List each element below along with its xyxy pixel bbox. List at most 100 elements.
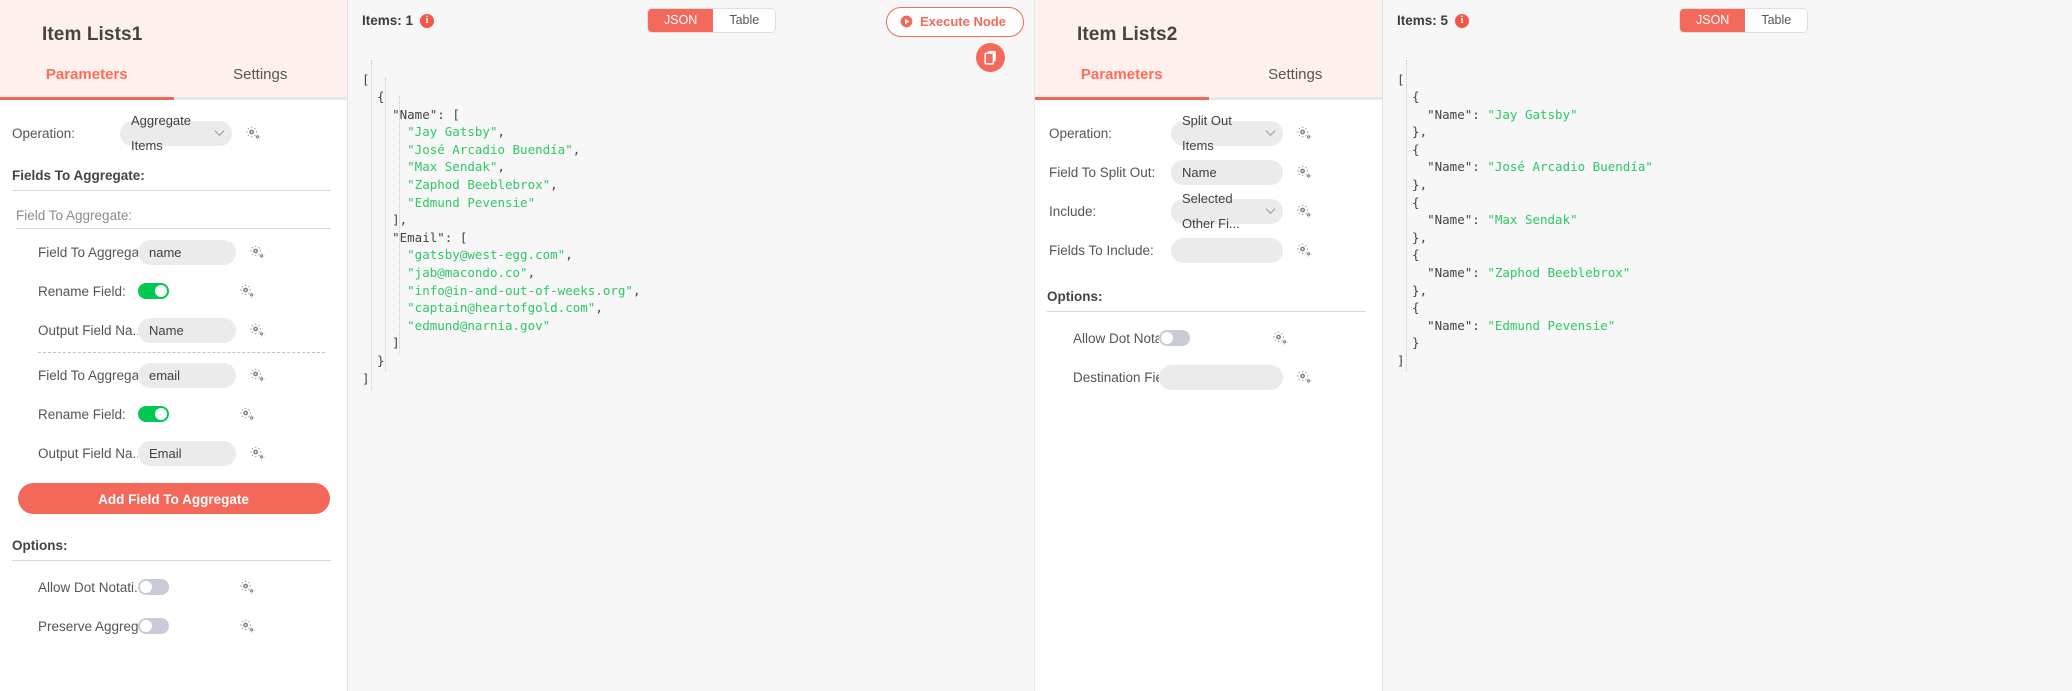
options-title-2: Options:: [1035, 289, 1382, 311]
items-count-1: Items: 1 i: [362, 13, 434, 28]
allow-dot-notation-toggle[interactable]: [138, 579, 169, 595]
json-output-2[interactable]: [ { "Name": "Jay Gatsby" }, { "Name": "J…: [1397, 71, 1653, 370]
field-to-split-out-input[interactable]: Name: [1171, 160, 1283, 185]
output-field-name-input[interactable]: Email: [138, 441, 236, 466]
tabs-underline-2: [1035, 97, 1382, 100]
field-to-aggregate-value: email: [149, 363, 180, 388]
output-toolbar-1: Items: 1 i JSON Table Execute Node: [348, 0, 1034, 46]
gear-icon[interactable]: [240, 284, 255, 299]
operation-select-2[interactable]: Split Out Items: [1171, 121, 1283, 146]
tab-settings-2[interactable]: Settings: [1209, 66, 1383, 100]
operation-select-1[interactable]: Aggregate Items: [120, 121, 232, 146]
items-count-label-1: Items: 1: [362, 13, 413, 28]
items-count-2: Items: 5 i: [1397, 13, 1469, 28]
rename-field-toggle[interactable]: [138, 406, 169, 422]
field-to-split-out-value: Name: [1182, 160, 1217, 185]
node-tabs-1: Parameters Settings: [0, 66, 347, 100]
fields-to-include-input[interactable]: [1171, 238, 1283, 263]
gear-icon[interactable]: [1273, 331, 1288, 346]
app-root: Item Lists1 Parameters Settings Operatio…: [0, 0, 2072, 691]
chevron-down-icon: [1266, 126, 1276, 136]
section-divider: [12, 190, 331, 191]
node-parameters-panel-1: Item Lists1 Parameters Settings Operatio…: [0, 0, 348, 691]
view-table-button-2[interactable]: Table: [1745, 9, 1807, 32]
view-toggle-2: JSON Table: [1679, 8, 1808, 33]
aggregate-field-item: Field To Aggregate: email Rename Field:: [0, 362, 347, 466]
gear-icon[interactable]: [240, 580, 255, 595]
view-json-button-2[interactable]: JSON: [1680, 9, 1745, 32]
output-field-name-label: Output Field Na...: [38, 323, 138, 338]
field-to-split-out-label: Field To Split Out:: [1049, 165, 1171, 180]
gear-icon[interactable]: [1297, 204, 1312, 219]
preserve-aggregated-label: Preserve Aggrega...: [38, 619, 138, 634]
info-icon[interactable]: i: [1455, 14, 1469, 28]
copy-output-button-1[interactable]: [976, 43, 1005, 72]
rename-field-toggle[interactable]: [138, 283, 169, 299]
output-field-name-input[interactable]: Name: [138, 318, 236, 343]
tabs-underline-1: [0, 97, 347, 100]
gear-icon[interactable]: [246, 126, 261, 141]
include-select[interactable]: Selected Other Fi...: [1171, 199, 1283, 224]
rename-field-row: Rename Field:: [0, 401, 347, 427]
operation-row-2: Operation: Split Out Items: [1035, 120, 1382, 146]
gear-icon[interactable]: [240, 407, 255, 422]
rename-field-label: Rename Field:: [38, 407, 138, 422]
view-table-button-1[interactable]: Table: [713, 9, 775, 32]
options-divider: [1047, 311, 1366, 312]
field-to-aggregate-input[interactable]: email: [138, 363, 236, 388]
gear-icon[interactable]: [240, 619, 255, 634]
tab-parameters-2[interactable]: Parameters: [1035, 66, 1209, 100]
gear-icon[interactable]: [1297, 165, 1312, 180]
gear-icon[interactable]: [250, 446, 265, 461]
node-title-1: Item Lists1: [0, 18, 347, 66]
gear-icon[interactable]: [1297, 126, 1312, 141]
json-output-1[interactable]: [ { "Name": [ "Jay Gatsby", "José Arcadi…: [362, 71, 640, 388]
gear-icon[interactable]: [250, 245, 265, 260]
fields-to-include-label: Fields To Include:: [1049, 243, 1171, 258]
operation-value-1: Aggregate Items: [131, 108, 208, 158]
tab-settings-1[interactable]: Settings: [174, 66, 348, 100]
gear-icon[interactable]: [250, 323, 265, 338]
output-field-name-row: Output Field Na... Email: [0, 440, 347, 466]
include-value: Selected Other Fi...: [1182, 186, 1259, 236]
gear-icon[interactable]: [250, 368, 265, 383]
output-field-name-value: Email: [149, 441, 182, 466]
field-to-aggregate-row: Field To Aggregate: email: [0, 362, 347, 388]
options-title-1: Options:: [0, 538, 347, 560]
node-tabs-2: Parameters Settings: [1035, 66, 1382, 100]
operation-label-2: Operation:: [1049, 126, 1171, 141]
items-count-label-2: Items: 5: [1397, 13, 1448, 28]
allow-dot-notation-toggle-2[interactable]: [1159, 330, 1190, 346]
preserve-aggregated-toggle[interactable]: [138, 618, 169, 634]
chevron-down-icon: [1266, 204, 1276, 214]
gear-icon[interactable]: [1297, 243, 1312, 258]
execute-node-button-1[interactable]: Execute Node: [886, 7, 1024, 37]
collection-divider: [16, 228, 331, 229]
info-icon[interactable]: i: [420, 14, 434, 28]
view-json-button-1[interactable]: JSON: [648, 9, 713, 32]
output-field-name-row: Output Field Na... Name: [0, 317, 347, 343]
field-to-aggregate-input[interactable]: name: [138, 240, 236, 265]
option-row-allow-dot-notation-2: Allow Dot Notati...: [1035, 325, 1382, 351]
fields-collection-label-row-1: Field To Aggregate:: [0, 202, 347, 228]
destination-field-input[interactable]: [1159, 365, 1283, 390]
tab-parameters-1[interactable]: Parameters: [0, 66, 174, 100]
field-to-split-out-row: Field To Split Out: Name: [1035, 159, 1382, 185]
option-row-destination-field: Destination Field ...: [1035, 364, 1382, 390]
field-to-aggregate-row: Field To Aggregate: name: [0, 239, 347, 265]
aggregate-field-item: Field To Aggregate: name Rename Field:: [0, 239, 347, 343]
node-header-1: Item Lists1 Parameters Settings: [0, 0, 347, 100]
include-label: Include:: [1049, 204, 1171, 219]
options-divider: [12, 560, 331, 561]
node-parameters-body-1: Operation: Aggregate Items Fields To Agg…: [0, 120, 347, 639]
output-panel-2: Items: 5 i JSON Table Execute Node: [1383, 0, 2072, 691]
field-item-separator: [38, 352, 325, 353]
add-field-to-aggregate-button[interactable]: Add Field To Aggregate: [18, 483, 330, 514]
operation-value-2: Split Out Items: [1182, 108, 1259, 158]
include-row: Include: Selected Other Fi...: [1035, 198, 1382, 224]
field-to-aggregate-label: Field To Aggregate:: [38, 245, 138, 260]
gear-icon[interactable]: [1297, 370, 1312, 385]
output-toolbar-2: Items: 5 i JSON Table Execute Node: [1383, 0, 2072, 46]
rename-field-label: Rename Field:: [38, 284, 138, 299]
fields-section-1: Fields To Aggregate: Field To Aggregate:…: [0, 168, 347, 514]
